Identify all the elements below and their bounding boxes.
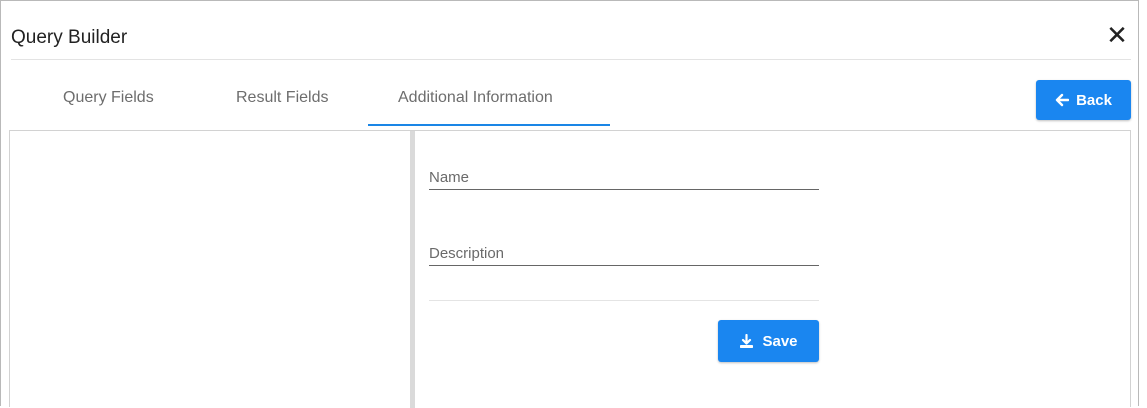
left-pane — [10, 131, 410, 408]
arrow-left-icon — [1055, 93, 1070, 107]
content-area: Save — [9, 130, 1131, 408]
active-tab-indicator — [368, 124, 610, 126]
download-icon — [739, 333, 754, 349]
query-builder-dialog: Query Builder ✕ Query Fields Result Fiel… — [0, 0, 1139, 408]
pane-splitter[interactable] — [410, 131, 415, 408]
back-button-label: Back — [1076, 91, 1112, 109]
tab-query-fields[interactable]: Query Fields — [63, 89, 154, 107]
description-field[interactable] — [429, 241, 819, 265]
header-divider — [11, 59, 1131, 60]
form-divider — [429, 300, 819, 301]
save-button[interactable]: Save — [718, 320, 819, 362]
tab-result-fields[interactable]: Result Fields — [236, 89, 328, 107]
tab-additional-information[interactable]: Additional Information — [398, 89, 553, 107]
description-field-wrapper — [429, 241, 819, 266]
dialog-title: Query Builder — [11, 27, 128, 48]
name-field[interactable] — [429, 165, 819, 189]
close-icon[interactable]: ✕ — [1105, 21, 1129, 49]
save-button-label: Save — [762, 332, 798, 350]
name-field-wrapper — [429, 165, 819, 190]
back-button[interactable]: Back — [1036, 80, 1131, 120]
